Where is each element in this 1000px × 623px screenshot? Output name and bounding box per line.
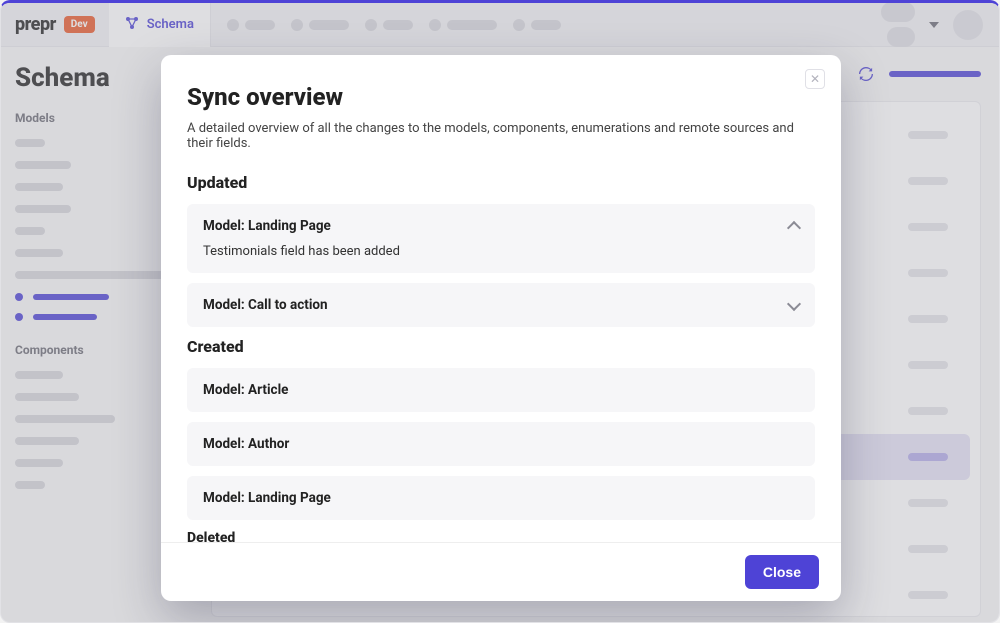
updated-item-call-to-action[interactable]: Model: Call to action <box>187 283 815 327</box>
panel-title: Model: Landing Page <box>203 490 331 506</box>
panel-title: Model: Article <box>203 382 288 398</box>
chevron-up-icon <box>787 221 801 235</box>
panel-title: Model: Landing Page <box>203 218 331 234</box>
section-created-title: Created <box>187 337 815 356</box>
panel-detail: Testimonials field has been added <box>203 244 799 259</box>
close-button[interactable]: Close <box>745 555 819 589</box>
modal-title: Sync overview <box>187 83 815 111</box>
panel-title: Model: Author <box>203 436 289 452</box>
modal-footer: Close <box>161 542 841 601</box>
chevron-down-icon <box>787 296 801 310</box>
created-item-article[interactable]: Model: Article <box>187 368 815 412</box>
close-icon[interactable]: ✕ <box>805 69 825 89</box>
panel-title: Model: Call to action <box>203 297 328 313</box>
created-item-landing-page[interactable]: Model: Landing Page <box>187 476 815 520</box>
section-deleted-title: Deleted <box>187 530 815 542</box>
section-updated-title: Updated <box>187 173 815 192</box>
modal-description: A detailed overview of all the changes t… <box>187 121 815 151</box>
sync-overview-modal: ✕ Sync overview A detailed overview of a… <box>161 55 841 601</box>
updated-item-landing-page[interactable]: Model: Landing Page Testimonials field h… <box>187 204 815 273</box>
created-item-author[interactable]: Model: Author <box>187 422 815 466</box>
app-frame: prepr Dev Schema Schema <box>0 0 1000 623</box>
